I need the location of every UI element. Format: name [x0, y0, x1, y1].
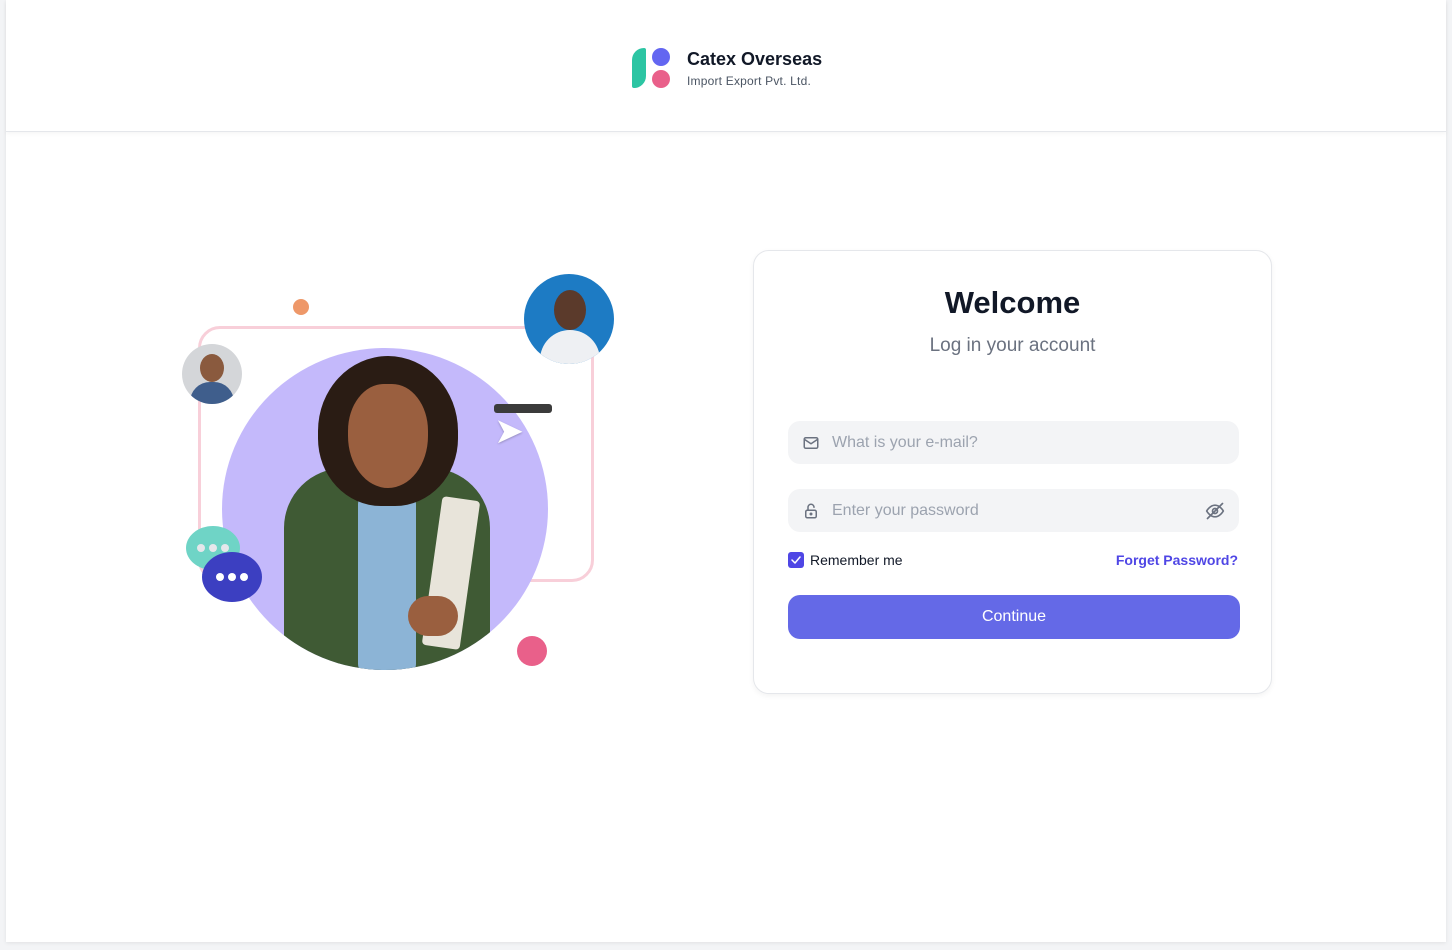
logo-dot-pink	[652, 70, 670, 88]
person-face	[348, 384, 428, 488]
brand-logo	[630, 46, 674, 90]
remember-me-label: Remember me	[810, 552, 903, 568]
brand-name: Catex Overseas	[687, 49, 823, 69]
paper-plane-icon: ➤	[494, 410, 525, 451]
page: Catex Overseas Import Export Pvt. Ltd. ➤…	[6, 0, 1446, 942]
chat-bubble-icon	[202, 552, 262, 602]
logo-dot-purple	[652, 48, 670, 66]
password-field[interactable]	[788, 489, 1239, 532]
header: Catex Overseas Import Export Pvt. Ltd.	[6, 0, 1446, 132]
avatar-woman	[524, 274, 614, 364]
remember-me-checkbox[interactable]: Remember me	[788, 552, 903, 568]
login-title: Welcome	[944, 285, 1081, 320]
brand: Catex Overseas Import Export Pvt. Ltd.	[630, 46, 822, 90]
hero-illustration: ➤	[166, 270, 626, 690]
eye-off-icon[interactable]	[1205, 501, 1225, 521]
checkbox-checked-icon[interactable]	[788, 552, 804, 568]
brand-subtitle: Import Export Pvt. Ltd.	[687, 74, 811, 88]
email-input[interactable]	[832, 433, 1225, 452]
person-top	[358, 494, 416, 670]
continue-button[interactable]: Continue	[788, 595, 1240, 639]
login-subtitle: Log in your account	[929, 335, 1096, 356]
brand-text: Catex Overseas Import Export Pvt. Ltd.	[687, 48, 822, 88]
email-field[interactable]	[788, 421, 1239, 464]
mail-icon	[803, 436, 819, 449]
decor-dot-orange	[293, 299, 309, 315]
lock-icon	[805, 503, 817, 518]
decor-dot-pink	[517, 636, 547, 666]
logo-leaf-shape	[632, 48, 646, 88]
forgot-password-link[interactable]: Forget Password?	[1116, 552, 1238, 568]
avatar-man	[182, 344, 242, 404]
login-card: Welcome Log in your account What is your…	[753, 250, 1272, 694]
password-input[interactable]	[832, 501, 1205, 520]
person-hands	[408, 596, 458, 636]
hero-circle	[222, 348, 548, 670]
